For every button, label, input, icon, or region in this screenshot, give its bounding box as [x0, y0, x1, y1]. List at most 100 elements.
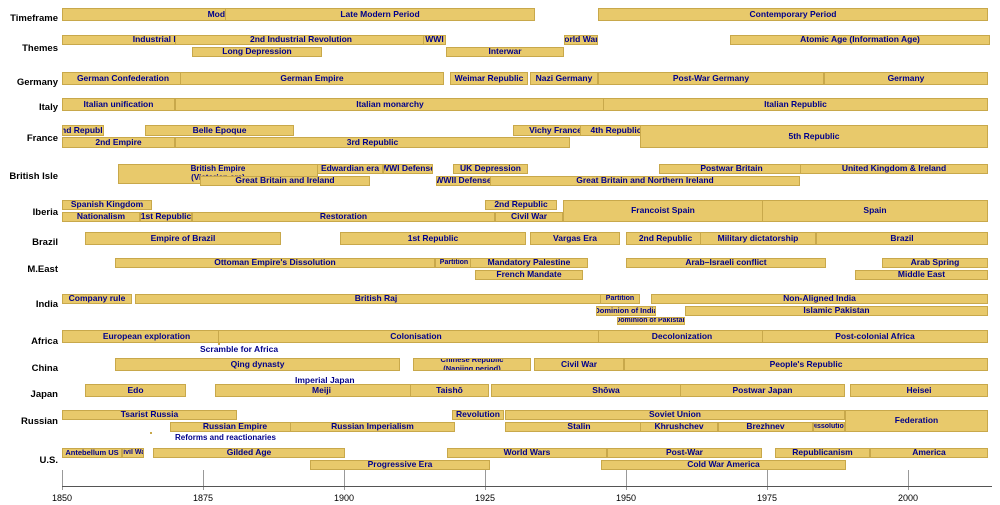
bar-label: Heisei	[905, 386, 932, 395]
bar-interwar: Interwar	[446, 47, 564, 57]
bar-uk-ireland: United Kingdom & Ireland	[800, 164, 988, 174]
bar-dissolution: Dissolution	[813, 422, 845, 432]
bar-label: Italian Republic	[763, 100, 828, 109]
bar-label: Khrushchev	[653, 422, 704, 431]
bar-ww1: WWI	[423, 35, 446, 45]
year-2000: 2000	[898, 493, 918, 503]
imperial-japan-label: Imperial Japan	[295, 375, 355, 385]
label-meast: M.East	[0, 264, 58, 275]
bar-label: Empire of Brazil	[150, 234, 217, 243]
bar-brezhnev: Brezhnev	[718, 422, 813, 432]
bar-label: Progressive Era	[367, 460, 434, 469]
bar-great-britain-ireland: Great Britain and Ireland	[200, 176, 370, 186]
bar-2nd-industrial: 2nd Industrial Revolution	[175, 35, 427, 45]
bar-vargas-era: Vargas Era	[530, 232, 620, 245]
bar-label: Italian monarchy	[355, 100, 425, 109]
bar-edo: Edo	[85, 384, 186, 397]
bar-label: WWI Defense	[383, 164, 433, 173]
bar-meiji: Meiji	[215, 384, 428, 397]
bar-label: 2nd Republic	[638, 234, 693, 243]
bar-1st-republic-iberia: 1st Republic	[140, 212, 192, 222]
bar-label: Germany	[887, 74, 926, 83]
bar-french-mandate: French Mandate	[475, 270, 583, 280]
bar-decolonization: Decolonization	[598, 330, 766, 343]
bar-islamic-pakistan: Islamic Pakistan	[685, 306, 988, 316]
bar-label: German Confederation	[76, 74, 170, 83]
bar-label: Military dictatorship	[717, 234, 800, 243]
bar-label: Dominion of India	[596, 307, 656, 315]
bar-label: 2nd Empire	[94, 138, 142, 147]
bar-heisei: Heisei	[850, 384, 988, 397]
reforms-label: Reforms and reactionaries	[175, 433, 276, 442]
bar-label: Meiji	[311, 386, 332, 395]
bar-wwi-defense: WWI Defense	[383, 164, 433, 174]
bar-2nd-republic-iberia: 2nd Republic	[485, 200, 557, 210]
bar-postwar-britain: Postwar Britain	[659, 164, 804, 174]
bar-european-exploration: European exploration	[62, 330, 231, 343]
bar-label: Partition	[605, 295, 635, 303]
bar-label: WWII Defense	[436, 176, 491, 185]
bar-label: Nazi Germany	[535, 74, 594, 83]
label-china: China	[0, 363, 58, 374]
bar-colonisation: Colonisation	[218, 330, 614, 343]
bar-label: Great Britain and Ireland	[234, 176, 335, 185]
bar-label: Chinese Republic(Nanjing period)	[440, 358, 505, 371]
bar-label: People's Republic	[769, 360, 844, 369]
bar-soviet-union: Soviet Union	[505, 410, 845, 420]
label-timeframe: Timeframe	[0, 13, 58, 24]
bar-label: Nationalism	[76, 212, 126, 221]
bar-label: Italian unification	[83, 100, 155, 109]
bar-chinese-republic: Chinese Republic(Nanjing period)	[413, 358, 531, 371]
bar-label: Francoist Spain	[630, 206, 696, 215]
bar-label: Qing dynasty	[230, 360, 286, 369]
bar-label: United Kingdom & Ireland	[841, 164, 947, 173]
bar-label: 1st Republic	[407, 234, 460, 243]
bar-italian-republic: Italian Republic	[603, 98, 988, 111]
scramble-label: Scramble for Africa	[200, 344, 278, 354]
year-1900: 1900	[334, 493, 354, 503]
bar-empire-brazil: Empire of Brazil	[85, 232, 281, 245]
bar-germany: Germany	[824, 72, 988, 85]
bar-civil-war-china: Civil War	[534, 358, 624, 371]
bar-contemporary: Contemporary Period	[598, 8, 988, 21]
bar-label: America	[911, 448, 947, 457]
bar-label: European exploration	[102, 332, 191, 341]
bar-ottoman-dissolution: Ottoman Empire's Dissolution	[115, 258, 435, 268]
bar-german-empire: German Empire	[180, 72, 444, 85]
axis-line	[62, 486, 992, 487]
bar-label: Brezhnev	[745, 422, 785, 431]
bar-great-britain-ni: Great Britain and Northern Ireland	[490, 176, 800, 186]
bar-label: Civil War	[560, 360, 598, 369]
bar-label: Middle East	[897, 270, 946, 279]
bar-label: 5th Republic	[787, 132, 840, 141]
bar-label: Interwar	[487, 47, 522, 56]
bar-tsarist-russia: Tsarist Russia	[62, 410, 237, 420]
tick-1850	[62, 470, 63, 490]
bar-label: Ottoman Empire's Dissolution	[213, 258, 337, 267]
bar-us-postwar: Post-War	[607, 448, 762, 458]
bar-label: Post-War	[665, 448, 704, 457]
bar-label: Taishō	[435, 386, 464, 395]
bar-taisho: Taishō	[410, 384, 489, 397]
bar-3rd-republic: 3rd Republic	[175, 137, 570, 148]
bar-label: Gilded Age	[226, 448, 273, 457]
bar-belle-epoque: Belle Époque	[145, 125, 294, 136]
bar-restoration: Restoration	[192, 212, 495, 222]
bar-dominion-pakistan: Dominion of Pakistan	[617, 317, 685, 325]
bar-label: Late Modern Period	[339, 10, 420, 19]
bar-federation: Federation	[845, 410, 988, 432]
bar-label: Civil War	[122, 449, 144, 457]
bar-label: Spanish Kingdom	[70, 200, 144, 209]
bar-label: Vichy France	[528, 126, 583, 135]
bar-nazi: Nazi Germany	[530, 72, 598, 85]
bar-label: Dissolution	[813, 423, 845, 431]
bar-label: Russian Empire	[202, 422, 268, 431]
bar-2nd-republic-brazil: 2nd Republic	[626, 232, 705, 245]
tick-1925	[485, 470, 486, 490]
year-1850: 1850	[52, 493, 72, 503]
bar-label: Postwar Britain	[699, 164, 763, 173]
bar-postwar-germany: Post-War Germany	[598, 72, 824, 85]
bar-partition-india: Partition	[600, 294, 640, 304]
bar-label: 2nd Republic	[62, 126, 104, 135]
bar-label: Non-Aligned India	[782, 294, 857, 303]
